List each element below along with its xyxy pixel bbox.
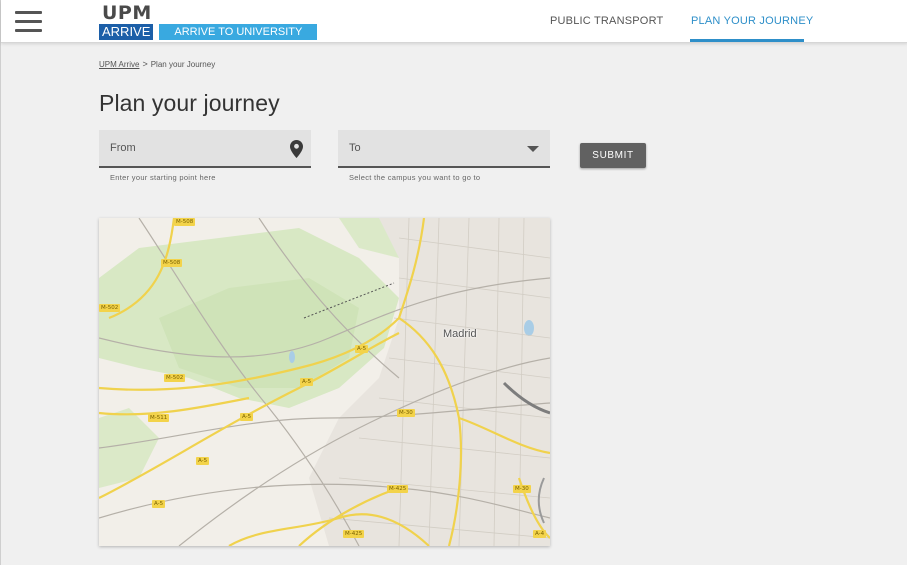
nav-public-transport[interactable]: PUBLIC TRANSPORT	[550, 15, 663, 27]
logo-upm-text: UPM	[102, 2, 152, 24]
upm-arrive-logo[interactable]: UPM ARRIVE ARRIVE TO UNIVERSITY	[99, 2, 318, 40]
hamburger-menu-icon[interactable]	[15, 11, 42, 32]
from-input[interactable]: From	[99, 130, 311, 168]
map-tiles	[99, 218, 550, 546]
road-shield: M-502	[99, 304, 121, 312]
road-shield: A-5	[196, 457, 210, 465]
road-shield: A-5	[152, 500, 166, 508]
road-shield: A-5	[355, 345, 369, 353]
breadcrumb-current: Plan your Journey	[150, 60, 216, 69]
breadcrumb-home-link[interactable]: UPM Arrive	[99, 60, 139, 69]
top-header: UPM ARRIVE ARRIVE TO UNIVERSITY PUBLIC T…	[1, 0, 907, 43]
to-label: To	[349, 142, 361, 154]
from-hint: Enter your starting point here	[110, 173, 216, 182]
road-shield: A-5	[240, 413, 254, 421]
nav-plan-your-journey[interactable]: PLAN YOUR JOURNEY	[691, 15, 813, 27]
submit-button[interactable]: SUBMIT	[580, 143, 646, 168]
road-shield: M-502	[164, 374, 186, 382]
breadcrumb-separator: >	[142, 59, 148, 69]
breadcrumb: UPM Arrive > Plan your Journey	[99, 59, 215, 69]
road-shield: M-508	[174, 218, 196, 226]
chevron-down-icon[interactable]	[527, 146, 539, 152]
road-shield: M-425	[387, 485, 409, 493]
from-label: From	[110, 142, 136, 154]
road-shield: M-30	[513, 485, 531, 493]
logo-tagline: ARRIVE TO UNIVERSITY	[159, 24, 318, 40]
road-shield: M-508	[161, 259, 183, 267]
road-shield: A-4	[533, 530, 547, 538]
road-shield: M-425	[343, 530, 365, 538]
road-shield: M-30	[397, 409, 415, 417]
logo-arrive-text: ARRIVE	[99, 24, 154, 40]
active-nav-indicator	[690, 39, 804, 42]
road-shield: M-511	[148, 414, 170, 422]
page-title: Plan your journey	[99, 90, 280, 116]
map-label-madrid: Madrid	[443, 328, 477, 340]
to-hint: Select the campus you want to go to	[349, 173, 481, 182]
map-pin-icon[interactable]	[290, 140, 303, 158]
to-select[interactable]: To	[338, 130, 550, 168]
road-shield: A-5	[300, 378, 314, 386]
map-view[interactable]: Madrid M-508 M-508 M-502 M-502 M-511 A-5…	[99, 218, 550, 546]
